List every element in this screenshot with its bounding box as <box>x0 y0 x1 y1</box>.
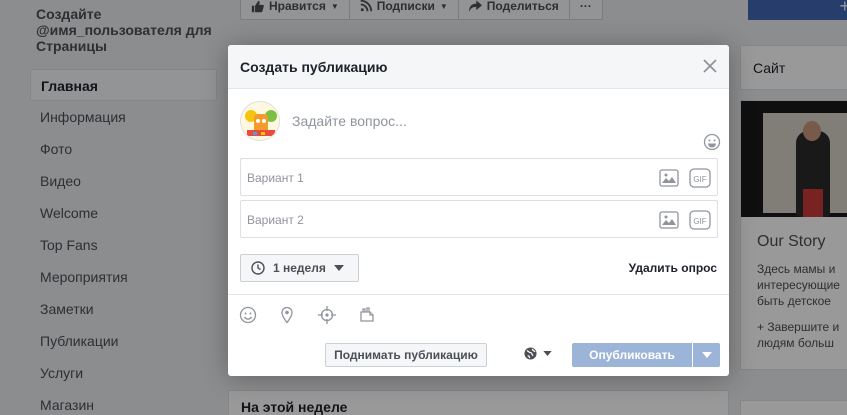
poll-option-1-input[interactable] <box>247 168 627 188</box>
poll-option-2: GIF <box>240 200 718 238</box>
delete-poll-link[interactable]: Удалить опрос <box>629 261 717 275</box>
feeling-smiley-icon[interactable] <box>239 306 257 324</box>
emoji-icon[interactable] <box>703 133 721 151</box>
svg-text:GIF: GIF <box>693 217 706 226</box>
poll-option-2-input[interactable] <box>247 210 627 230</box>
add-photo-icon[interactable] <box>659 210 679 230</box>
poll-duration-dropdown[interactable]: 1 неделя <box>240 254 359 282</box>
publish-button[interactable]: Опубликовать <box>572 343 692 367</box>
poll-duration-value: 1 неделя <box>273 261 326 275</box>
page-avatar <box>240 101 280 141</box>
toolbar-divider <box>228 294 729 295</box>
publish-options-button[interactable] <box>692 343 720 367</box>
gif-icon[interactable]: GIF <box>689 210 711 230</box>
add-photo-icon[interactable] <box>659 168 679 188</box>
sticker-icon[interactable] <box>358 306 376 324</box>
poll-question-input[interactable] <box>292 109 692 133</box>
crosshair-target-icon[interactable] <box>318 306 336 324</box>
location-pin-icon[interactable] <box>278 306 296 324</box>
dialog-header: Создать публикацию <box>228 45 729 89</box>
audience-selector[interactable] <box>524 347 552 360</box>
caret-down-icon <box>543 351 552 356</box>
svg-text:GIF: GIF <box>693 175 706 184</box>
globe-icon <box>524 347 537 360</box>
caret-down-icon <box>701 352 712 358</box>
close-icon[interactable] <box>701 57 719 75</box>
create-post-dialog: Создать публикацию GIF <box>228 45 729 376</box>
poll-option-1: GIF <box>240 158 718 196</box>
dialog-title: Создать публикацию <box>240 59 388 75</box>
boost-post-button[interactable]: Поднимать публикацию <box>325 343 487 367</box>
caret-down-icon <box>333 265 344 271</box>
avatar-cartoon-icon <box>241 102 279 140</box>
gif-icon[interactable]: GIF <box>689 168 711 188</box>
clock-icon <box>251 261 265 275</box>
publish-button-group: Опубликовать <box>572 343 720 367</box>
